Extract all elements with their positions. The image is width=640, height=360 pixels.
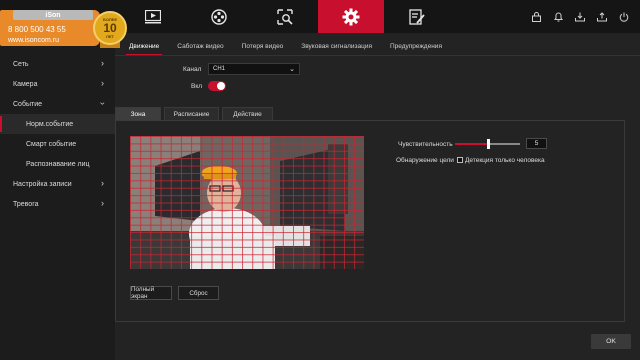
nav-settings[interactable] [318, 0, 384, 33]
target-detection-label: Обнаружение цели [396, 157, 454, 164]
chevron-right-icon: › [101, 78, 104, 88]
app-root: Си Сеть › Камера › Событие › Норм.событи… [0, 0, 640, 360]
tab-action[interactable]: Действие [222, 107, 273, 121]
motion-grid-overlay[interactable] [130, 136, 364, 269]
sensitivity-slider[interactable] [455, 139, 520, 149]
chevron-down-icon: ⌄ [289, 66, 295, 73]
nav-search[interactable] [252, 0, 318, 33]
sidebar-item-normal-event[interactable]: Норм.событие [0, 114, 115, 134]
sidebar-item-label: Настройка записи [13, 180, 72, 188]
chevron-right-icon: › [101, 58, 104, 68]
sidebar-item-label: Норм.событие [26, 120, 74, 128]
bell-icon [553, 12, 563, 21]
enable-label: Вкл [191, 83, 203, 90]
human-only-checkbox[interactable] [457, 157, 463, 163]
channel-value: CH1 [213, 66, 226, 72]
sidebar-item-face-recognition[interactable]: Распознавание лиц [0, 154, 115, 174]
sidebar-item-alarm[interactable]: Тревога › [0, 194, 115, 214]
upload-button[interactable] [592, 7, 612, 27]
tab-warnings[interactable]: Предупреждения [381, 37, 451, 55]
sensitivity-label: Чувствительность [398, 141, 453, 148]
human-only-label: Детекция только человека [465, 157, 545, 164]
tab-schedule[interactable]: Расписание [164, 107, 219, 121]
upload-icon [597, 11, 607, 21]
fullscreen-button[interactable]: Полный экран [130, 286, 172, 300]
chevron-right-icon: › [101, 178, 104, 188]
seal-bottom-text: ЛЕТ [106, 34, 114, 39]
reel-icon [211, 8, 227, 25]
event-subtabs: Движение Саботаж видео Потеря видео Звук… [120, 37, 451, 55]
download-button[interactable] [570, 7, 590, 27]
sensitivity-slider-fill [455, 143, 488, 145]
tab-audio-alarm[interactable]: Звуковая сигнализация [292, 37, 381, 55]
brand-phone: 8 800 500 43 55 [8, 25, 66, 34]
sensitivity-slider-handle[interactable] [487, 139, 490, 149]
toggle-knob [217, 82, 225, 90]
channel-select[interactable]: CH1 ⌄ [208, 63, 300, 75]
lock-button[interactable] [526, 7, 546, 27]
gear-icon [342, 8, 360, 25]
nav-info[interactable] [384, 0, 450, 33]
sidebar-item-network[interactable]: Сеть › [0, 54, 115, 74]
power-button[interactable] [614, 7, 634, 27]
panel-tabs: Зона Расписание Действие [115, 107, 273, 121]
sidebar-item-label: Распознавание лиц [26, 160, 90, 168]
tab-zone[interactable]: Зона [115, 107, 161, 121]
chevron-down-icon: › [98, 102, 108, 105]
enable-toggle[interactable] [208, 81, 226, 91]
tab-motion[interactable]: Движение [120, 37, 168, 55]
sidebar-item-record-settings[interactable]: Настройка записи › [0, 174, 115, 194]
sidebar-item-event[interactable]: Событие › [0, 94, 115, 114]
divider [115, 55, 640, 56]
channel-label: Канал [183, 66, 202, 73]
ok-button[interactable]: OK [591, 334, 631, 349]
sidebar-item-label: Камера [13, 80, 38, 88]
sidebar-item-label: Смарт событие [26, 140, 77, 148]
seal-number: 10 [103, 21, 117, 35]
sidebar-item-label: Событие [13, 100, 42, 108]
search-screen-icon [277, 8, 293, 25]
top-navigation [120, 0, 450, 33]
power-icon [619, 12, 629, 22]
top-right-icons [526, 0, 634, 33]
tab-video-tampering[interactable]: Саботаж видео [168, 37, 232, 55]
notifications-button[interactable] [548, 7, 568, 27]
lock-icon [531, 11, 541, 22]
brand-logo: iSon [13, 10, 93, 20]
tab-video-loss[interactable]: Потеря видео [233, 37, 293, 55]
sidebar: Си Сеть › Камера › Событие › Норм.событи… [0, 33, 115, 360]
sidebar-item-label: Сеть [13, 60, 29, 68]
brand-website: www.isoncom.ru [8, 37, 59, 44]
reset-button[interactable]: Сброс [178, 286, 219, 300]
document-edit-icon [409, 8, 425, 25]
nav-playback[interactable] [120, 0, 186, 33]
play-icon [145, 9, 161, 23]
sidebar-item-smart-event[interactable]: Смарт событие [0, 134, 115, 154]
sidebar-item-camera[interactable]: Камера › [0, 74, 115, 94]
nav-ptz[interactable] [186, 0, 252, 33]
sensitivity-value-field[interactable]: 5 [526, 138, 547, 149]
sidebar-item-label: Тревога [13, 200, 39, 208]
chevron-right-icon: › [101, 198, 104, 208]
camera-preview[interactable] [130, 136, 364, 269]
download-icon [575, 12, 585, 21]
